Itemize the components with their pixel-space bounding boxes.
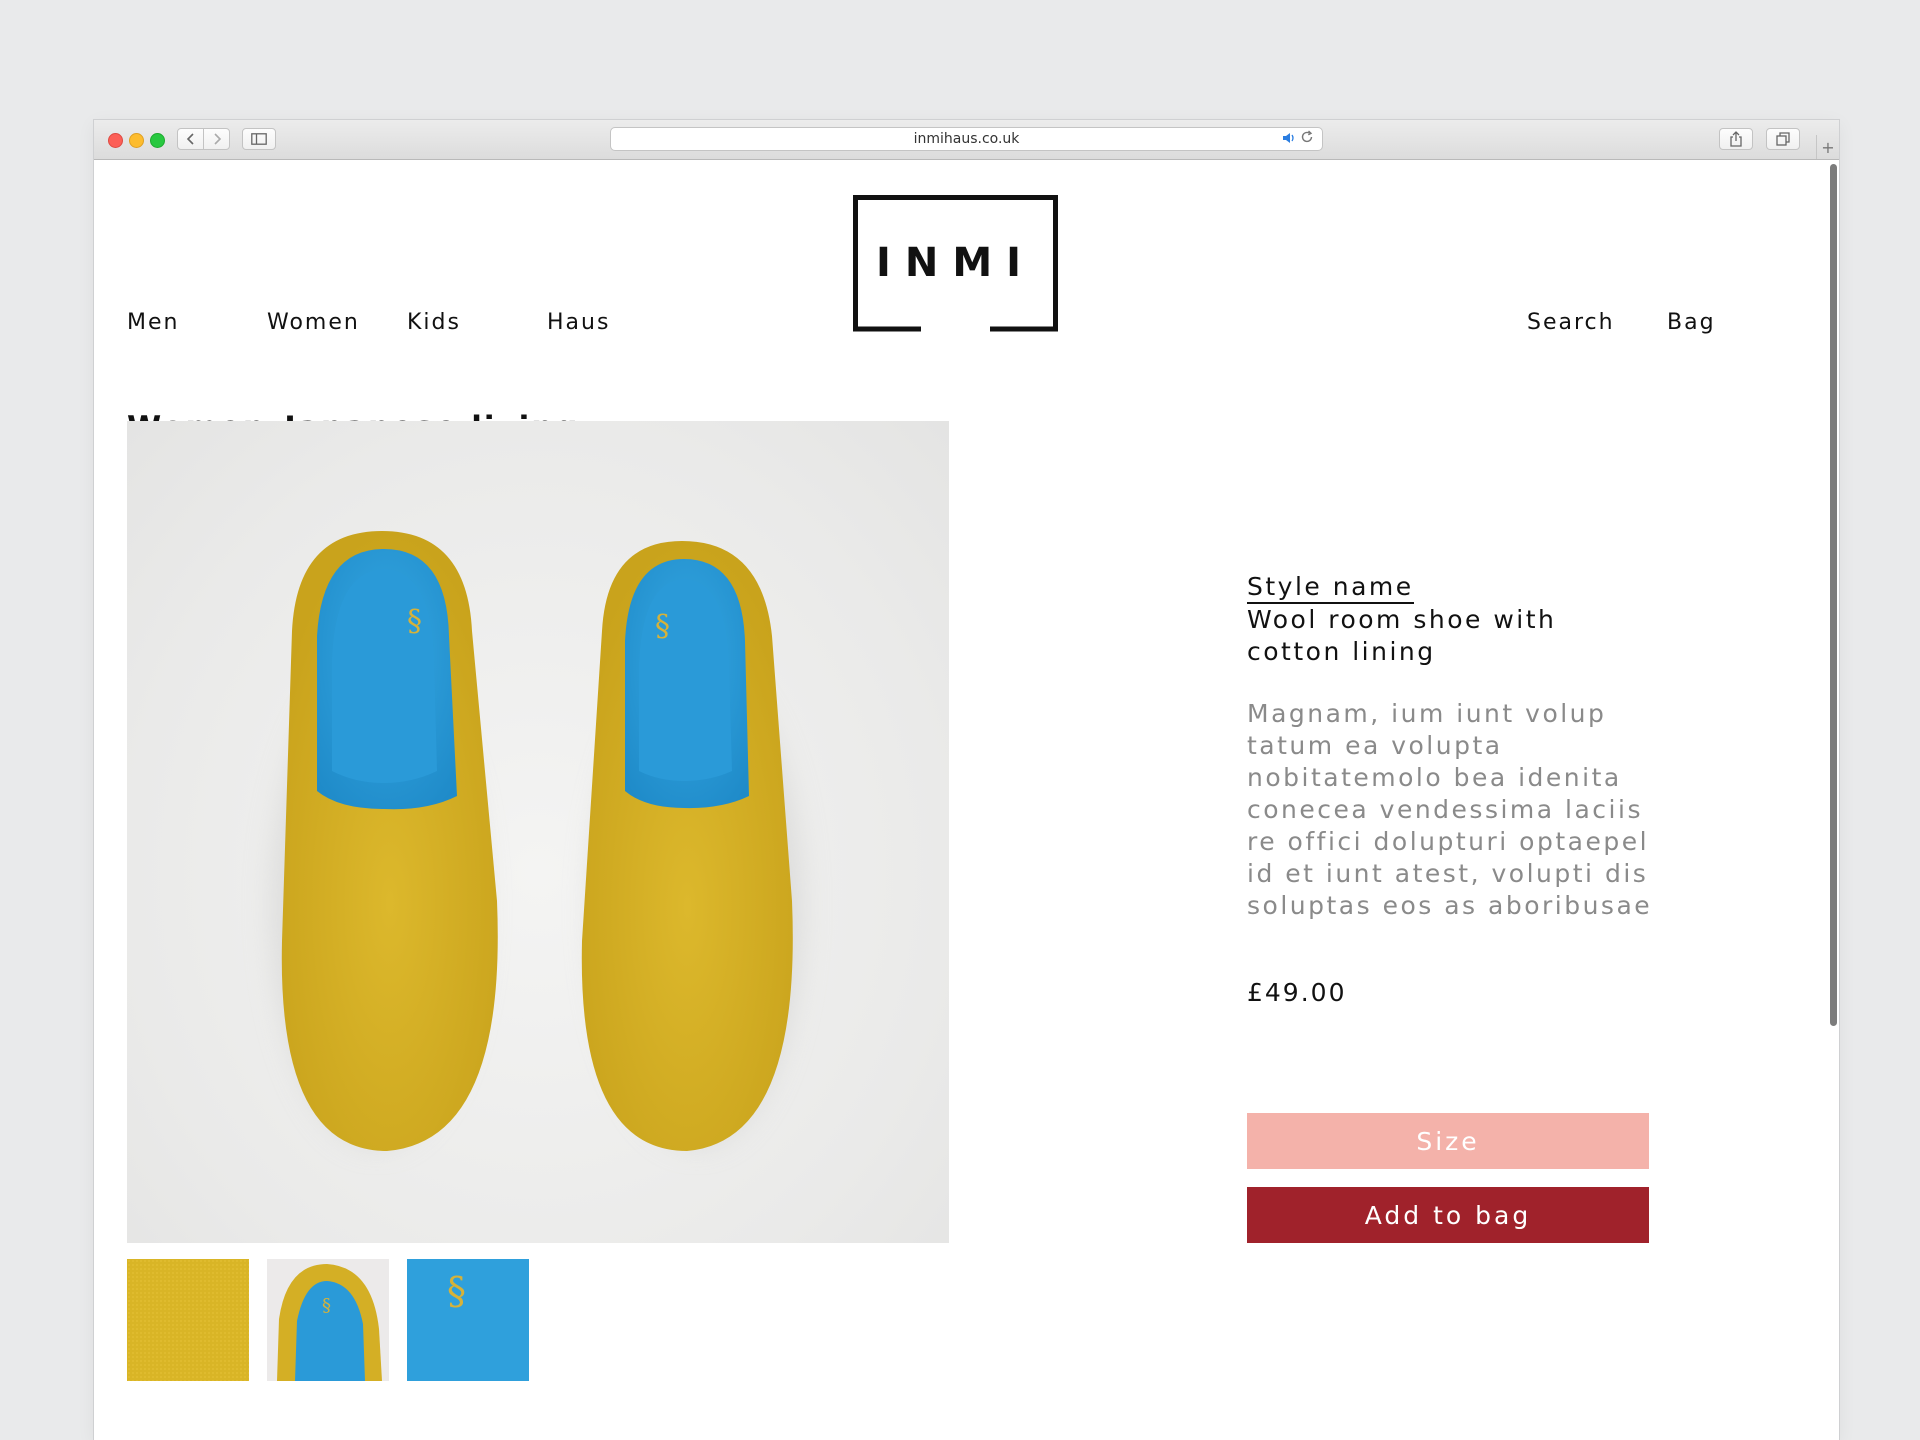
forward-button[interactable] xyxy=(203,128,230,150)
tabs-button[interactable] xyxy=(1766,128,1800,150)
nav-item-search[interactable]: Search xyxy=(1527,310,1615,335)
speaker-icon[interactable] xyxy=(1282,131,1296,149)
share-icon xyxy=(1730,131,1742,147)
logo-text: INMI xyxy=(875,240,1036,286)
add-to-bag-button[interactable]: Add to bag xyxy=(1247,1187,1649,1243)
slipper-closeup-image: § xyxy=(277,1264,382,1381)
size-button[interactable]: Size xyxy=(1247,1113,1649,1169)
svg-text:§: § xyxy=(447,1269,466,1313)
tabs-icon xyxy=(1776,132,1790,146)
thumbnail-slipper-closeup[interactable]: § xyxy=(267,1259,389,1381)
sidebar-button[interactable] xyxy=(242,128,276,150)
sidebar-icon xyxy=(251,133,267,145)
address-bar[interactable]: inmihaus.co.uk xyxy=(610,127,1323,151)
style-name-label[interactable]: Style name xyxy=(1247,572,1414,604)
nav-item-bag[interactable]: Bag xyxy=(1667,310,1716,335)
chevron-right-icon xyxy=(213,133,221,145)
nav-item-kids[interactable]: Kids xyxy=(407,310,461,335)
slippers-illustration: § § xyxy=(272,531,802,1151)
back-button[interactable] xyxy=(177,128,204,150)
thumbnail-lining-detail[interactable]: § xyxy=(407,1259,529,1381)
new-tab-button[interactable]: + xyxy=(1816,135,1839,159)
product-details: Style name Wool room shoe with cotton li… xyxy=(1247,572,1687,922)
product-price: £49.00 xyxy=(1247,978,1347,1007)
style-name-value: Wool room shoe with cotton lining xyxy=(1247,605,1557,666)
url-text: inmihaus.co.uk xyxy=(913,131,1020,147)
chevron-left-icon xyxy=(186,133,194,145)
minimize-window-button[interactable] xyxy=(129,133,144,148)
reload-icon[interactable] xyxy=(1300,130,1314,148)
thumbnail-felt-texture[interactable] xyxy=(127,1259,249,1381)
brand-logo[interactable]: INMI xyxy=(853,195,1058,332)
lining-detail-image: § xyxy=(447,1269,466,1313)
scrollbar[interactable] xyxy=(1830,164,1837,1026)
svg-text:§: § xyxy=(407,604,422,639)
nav-item-haus[interactable]: Haus xyxy=(547,310,610,335)
browser-toolbar: inmihaus.co.uk + xyxy=(94,120,1839,160)
svg-text:§: § xyxy=(322,1295,331,1316)
nav-item-women[interactable]: Women xyxy=(267,310,360,335)
browser-window: inmihaus.co.uk + Men Women Kids Haus Sea… xyxy=(94,120,1839,1440)
close-window-button[interactable] xyxy=(108,133,123,148)
product-main-image[interactable]: § § xyxy=(127,421,949,1243)
svg-text:§: § xyxy=(655,609,670,644)
nav-item-men[interactable]: Men xyxy=(127,310,179,335)
share-button[interactable] xyxy=(1719,128,1753,150)
product-description: Magnam, ium iunt volup tatum ea volupta … xyxy=(1247,699,1653,920)
zoom-window-button[interactable] xyxy=(150,133,165,148)
